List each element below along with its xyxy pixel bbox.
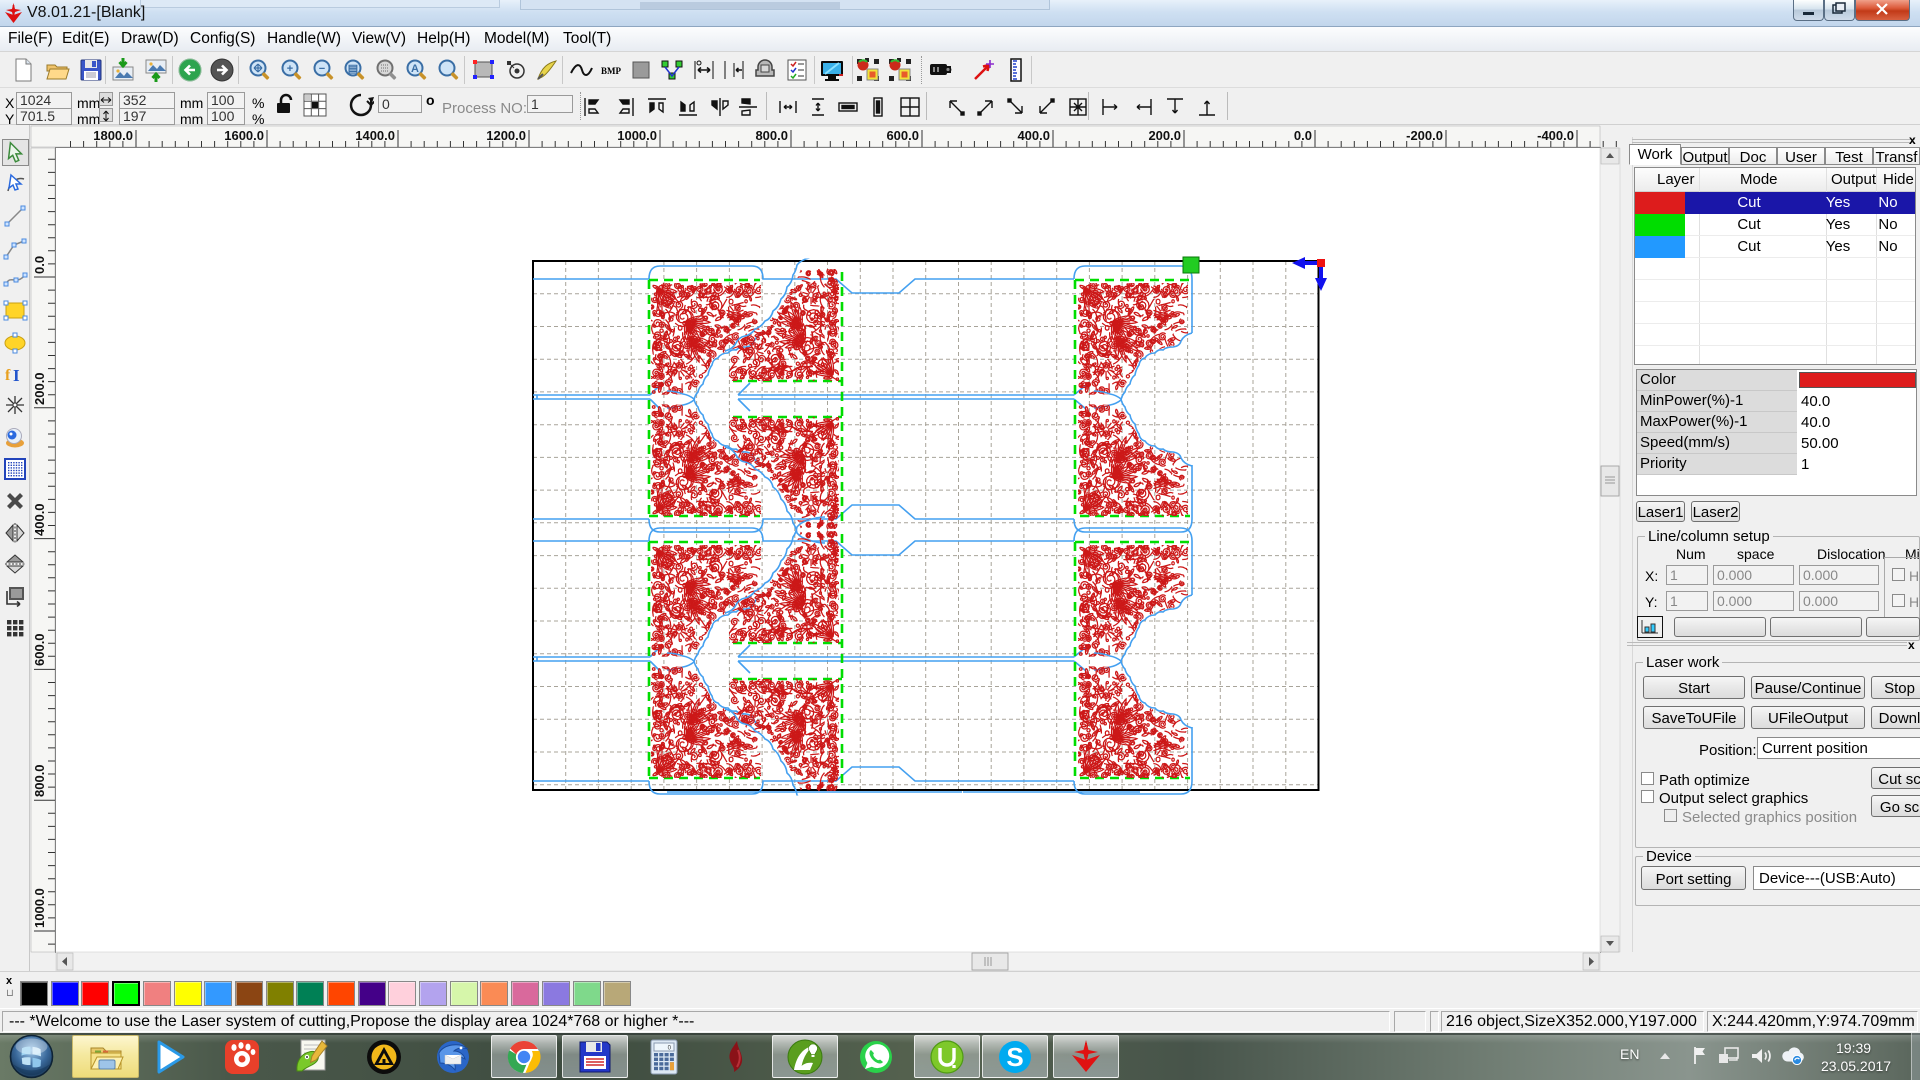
svg-text:1200.0: 1200.0 [486,128,526,143]
svg-text:200.0: 200.0 [1148,128,1181,143]
svg-text:800.0: 800.0 [32,764,47,797]
svg-text:f: f [5,367,11,384]
svg-text:-400.0: -400.0 [1537,128,1574,143]
svg-text:BMP: BMP [601,66,621,76]
svg-text:1400.0: 1400.0 [355,128,395,143]
svg-text:400.0: 400.0 [1017,128,1050,143]
svg-text:-200.0: -200.0 [1406,128,1443,143]
svg-text:1000.0: 1000.0 [617,128,657,143]
svg-text:600.0: 600.0 [886,128,919,143]
svg-text:1800.0: 1800.0 [93,128,133,143]
svg-text:800.0: 800.0 [755,128,788,143]
svg-text:▤: ▤ [348,63,358,75]
svg-text:400.0: 400.0 [32,503,47,536]
svg-text:0.0: 0.0 [1294,128,1312,143]
svg-text:1600.0: 1600.0 [224,128,264,143]
svg-text:600.0: 600.0 [32,633,47,666]
svg-text:−: − [319,63,325,75]
svg-text:1000.0: 1000.0 [32,888,47,928]
svg-text:A: A [411,63,419,75]
svg-text:I: I [13,366,20,385]
svg-text:+: + [287,63,293,75]
svg-text:0.0: 0.0 [32,256,47,274]
svg-text:S: S [1006,1042,1023,1072]
svg-text:200.0: 200.0 [32,372,47,405]
